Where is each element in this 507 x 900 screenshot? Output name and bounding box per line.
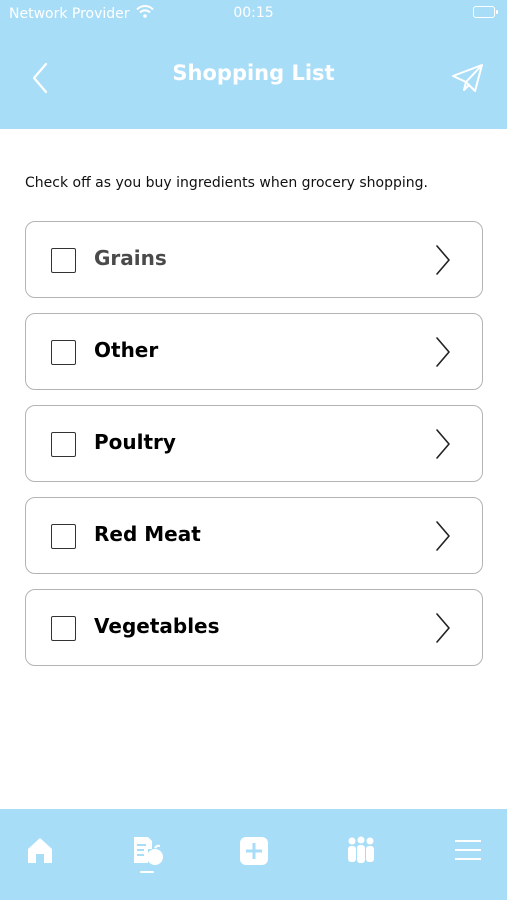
add-icon — [240, 837, 268, 865]
active-tab-indicator — [140, 871, 154, 873]
checkbox[interactable] — [51, 616, 76, 641]
chevron-right-icon — [436, 521, 450, 551]
chevron-right-icon — [436, 429, 450, 459]
send-button[interactable] — [451, 62, 485, 94]
people-icon — [348, 836, 374, 863]
list-item-red-meat[interactable]: Red Meat — [25, 497, 483, 574]
menu-icon — [455, 840, 481, 860]
list-item-grains[interactable]: Grains — [25, 221, 483, 298]
checkbox[interactable] — [51, 340, 76, 365]
chevron-right-icon — [436, 245, 450, 275]
recipe-list-icon — [134, 837, 163, 865]
battery-icon — [473, 6, 498, 18]
list-item-poultry[interactable]: Poultry — [25, 405, 483, 482]
item-label: Other — [94, 338, 159, 362]
home-icon — [28, 838, 52, 863]
tab-add[interactable] — [233, 831, 273, 871]
tab-people[interactable] — [340, 831, 380, 871]
status-bar: Network Provider 00:15 — [0, 0, 507, 28]
status-time: 00:15 — [233, 5, 274, 21]
intro-text: Check off as you buy ingredients when gr… — [25, 175, 428, 191]
tab-menu[interactable] — [448, 831, 488, 871]
item-label: Vegetables — [94, 614, 220, 638]
item-label: Poultry — [94, 430, 176, 454]
paper-plane-icon — [452, 64, 483, 92]
checkbox[interactable] — [51, 524, 76, 549]
chevron-right-icon — [436, 337, 450, 367]
tab-bar — [0, 809, 507, 900]
list-item-other[interactable]: Other — [25, 313, 483, 390]
checkbox[interactable] — [51, 432, 76, 457]
tab-recipes[interactable] — [127, 831, 167, 871]
item-label: Red Meat — [94, 522, 201, 546]
category-list: Grains Other Poultry Red Meat Vegetables — [25, 221, 483, 681]
page-title: Shopping List — [172, 61, 335, 85]
chevron-right-icon — [436, 613, 450, 643]
header: Network Provider 00:15 Shopping List — [0, 0, 507, 129]
item-label: Grains — [94, 246, 167, 270]
tab-home[interactable] — [20, 831, 60, 871]
checkbox[interactable] — [51, 248, 76, 273]
list-item-vegetables[interactable]: Vegetables — [25, 589, 483, 666]
